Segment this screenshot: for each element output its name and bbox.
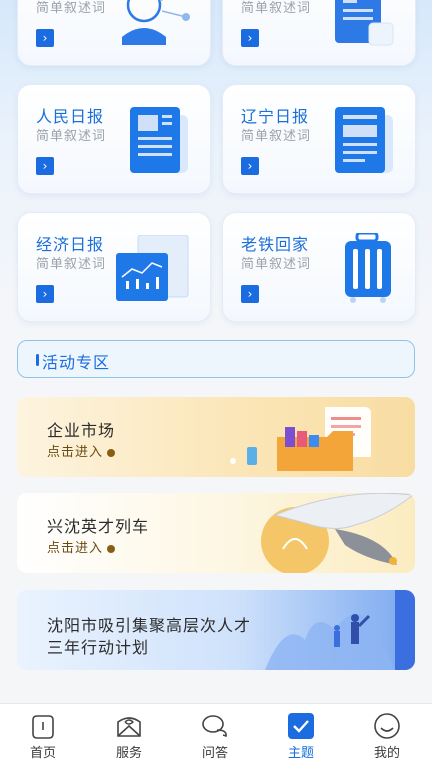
checkmark-icon xyxy=(288,713,314,739)
arrow-dot-icon xyxy=(107,448,116,457)
section-marker xyxy=(36,354,39,366)
card-renmin-ribao[interactable]: 人民日报 简单叙述词 › xyxy=(17,84,211,194)
tab-home[interactable]: 首页 xyxy=(0,704,86,768)
newspaper-cup-icon xyxy=(335,0,394,46)
banner-subtitle: 点击进入 xyxy=(47,441,116,460)
home-icon xyxy=(32,715,54,739)
banner-xingshen-talent-train[interactable]: 兴沈英才列车 点击进入 xyxy=(17,493,415,573)
person-network-icon xyxy=(122,0,190,45)
card-arrow-icon[interactable]: › xyxy=(241,285,259,303)
tab-qa[interactable]: 问答 xyxy=(172,704,258,768)
tab-label: 问答 xyxy=(201,746,228,761)
chat-icon xyxy=(202,715,227,738)
profile-icon xyxy=(374,713,400,739)
card-top-right[interactable]: 简单叙述词 › xyxy=(222,0,416,66)
card-title: 经济日报 xyxy=(36,235,105,254)
section-activity-header: 活动专区 xyxy=(17,340,415,378)
tab-service[interactable]: 服务 xyxy=(86,704,172,768)
documents-folder-illustration xyxy=(230,407,371,471)
card-jingji-ribao[interactable]: 经济日报 简单叙述词 › xyxy=(17,212,211,322)
card-title: 老铁回家 xyxy=(241,235,310,254)
tab-label: 我的 xyxy=(373,746,400,761)
section-title: 活动专区 xyxy=(42,353,111,372)
banner-title: 兴沈英才列车 xyxy=(47,517,150,536)
newspaper-icon xyxy=(335,107,393,173)
stock-chart-icon xyxy=(116,235,189,301)
tab-label: 主题 xyxy=(287,746,314,761)
card-arrow-icon[interactable]: › xyxy=(36,285,54,303)
tab-label: 服务 xyxy=(115,746,142,761)
tab-mine[interactable]: 我的 xyxy=(344,704,430,768)
banner-title: 企业市场 xyxy=(47,421,116,440)
card-desc: 简单叙述词 xyxy=(241,129,312,144)
card-arrow-icon[interactable]: › xyxy=(36,157,54,175)
newspaper-icon xyxy=(130,107,188,173)
card-arrow-icon[interactable]: › xyxy=(36,29,54,47)
banner-title-line1: 沈阳市吸引集聚高层次人才 xyxy=(47,616,252,635)
suitcase-icon xyxy=(345,233,391,303)
card-arrow-icon[interactable]: › xyxy=(241,29,259,47)
service-icon xyxy=(117,717,141,737)
card-laotie-huijia[interactable]: 老铁回家 简单叙述词 › xyxy=(222,212,416,322)
card-desc: 简单叙述词 xyxy=(36,1,107,16)
banner-title-line2: 三年行动计划 xyxy=(47,638,150,657)
banner-enterprise-market[interactable]: 企业市场 点击进入 xyxy=(17,397,415,477)
arrow-dot-icon xyxy=(107,544,116,553)
banner-talent-plan[interactable]: 沈阳市吸引集聚高层次人才 三年行动计划 xyxy=(17,590,415,670)
business-people-illustration xyxy=(265,590,415,670)
card-desc: 简单叙述词 xyxy=(241,1,312,16)
bottom-tab-bar: 首页 服务 问答 主题 我的 xyxy=(0,703,432,768)
card-liaoning-ribao[interactable]: 辽宁日报 简单叙述词 › xyxy=(222,84,416,194)
eagle-lightbulb-illustration xyxy=(261,493,415,573)
card-title: 人民日报 xyxy=(36,107,105,126)
tab-theme[interactable]: 主题 xyxy=(258,704,344,768)
card-desc: 简单叙述词 xyxy=(241,257,312,272)
banner-subtitle: 点击进入 xyxy=(47,537,116,556)
card-top-left[interactable]: 简单叙述词 › xyxy=(17,0,211,66)
card-title: 辽宁日报 xyxy=(241,107,310,126)
card-desc: 简单叙述词 xyxy=(36,129,107,144)
tab-label: 首页 xyxy=(29,746,56,761)
card-arrow-icon[interactable]: › xyxy=(241,157,259,175)
card-desc: 简单叙述词 xyxy=(36,257,107,272)
